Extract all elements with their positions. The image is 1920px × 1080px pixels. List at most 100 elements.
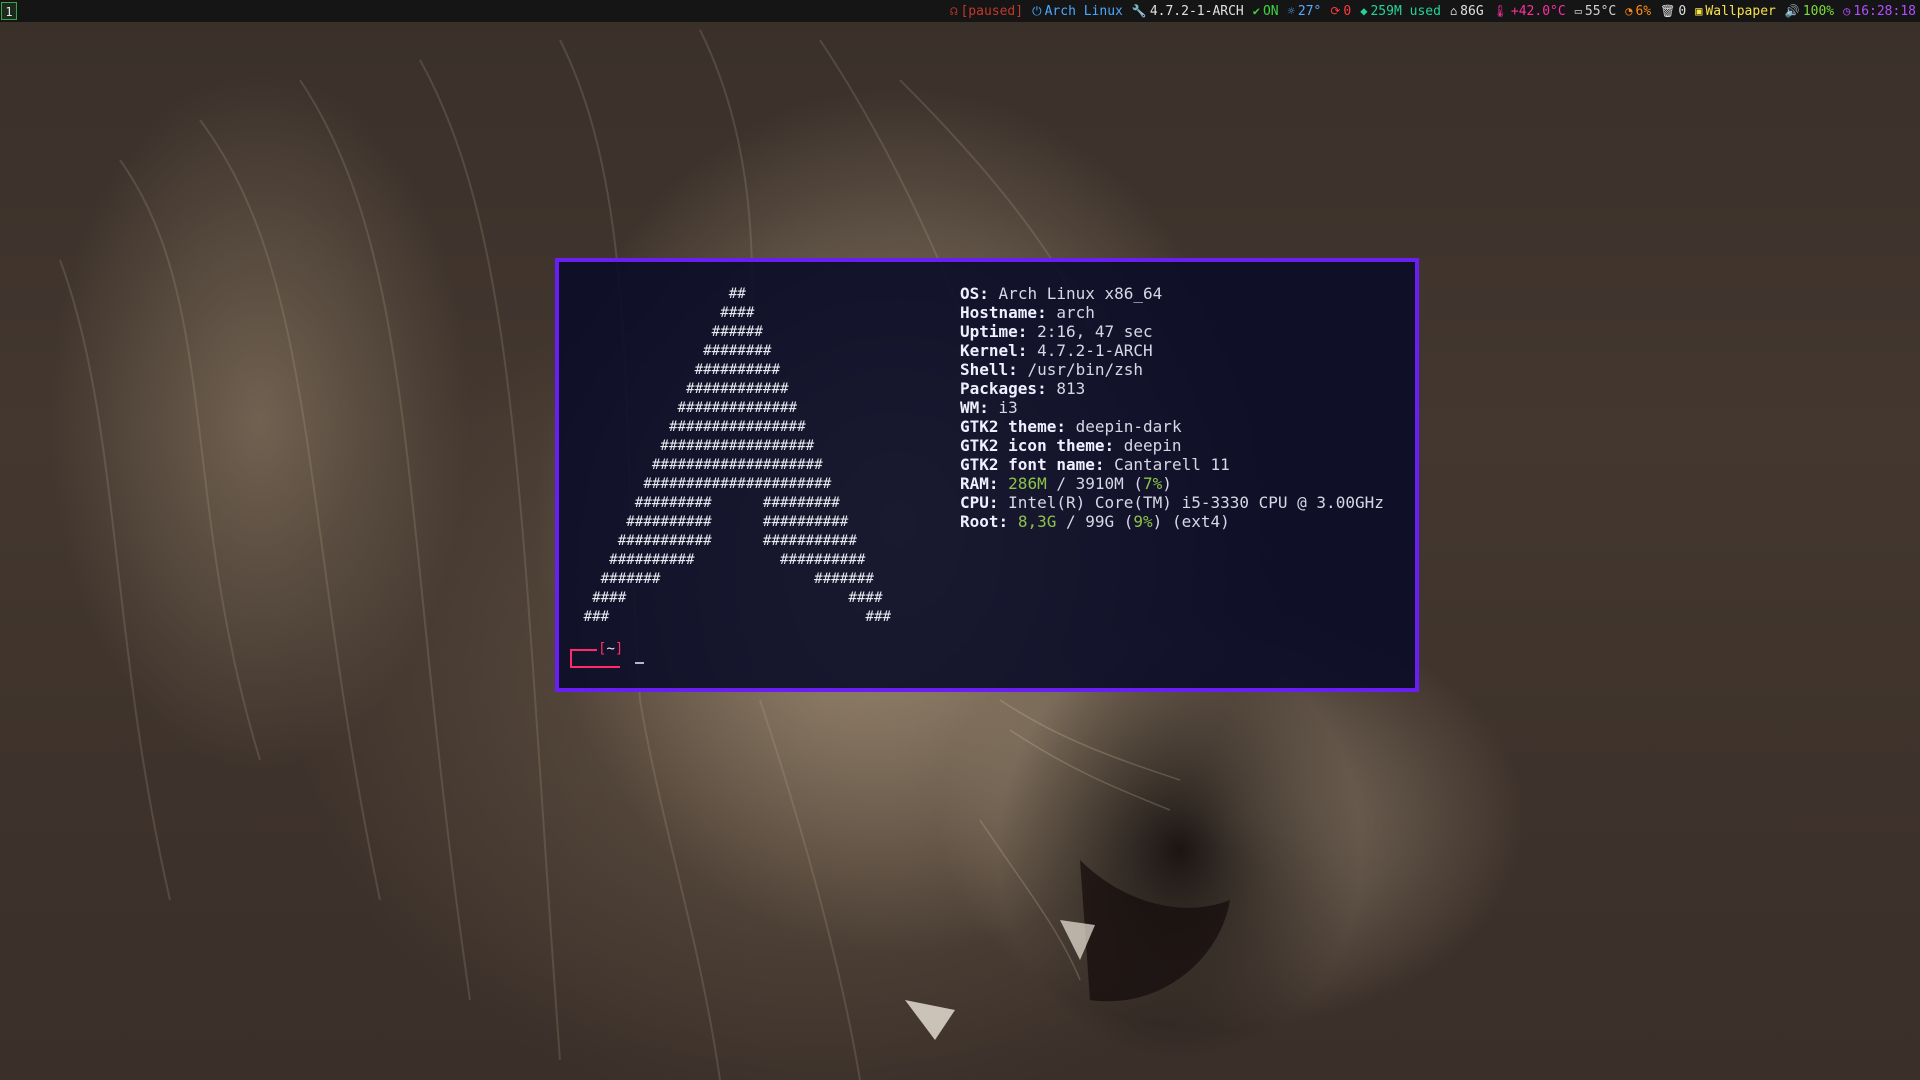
wrench-icon: 🔧	[1131, 4, 1147, 18]
status-block-text: +42.0°C	[1510, 3, 1566, 19]
info-row: Packages: 813	[960, 379, 1384, 398]
info-key: GTK2 theme:	[960, 417, 1066, 436]
text-cursor	[635, 662, 644, 664]
gauge-icon: ◔	[1625, 4, 1633, 18]
home-icon: ⌂	[1449, 4, 1458, 18]
info-row: Hostname: arch	[960, 303, 1384, 322]
sun-icon: ☼	[1287, 4, 1295, 18]
info-value: 2:16, 47 sec	[1037, 322, 1153, 341]
info-value: 4.7.2-1-ARCH	[1037, 341, 1153, 360]
info-key: OS:	[960, 284, 989, 303]
info-value-part: / 99G (	[1056, 512, 1134, 531]
status-block-text: 259M used	[1370, 3, 1441, 19]
status-block-gauge[interactable]: ◔ 6%	[1625, 4, 1651, 19]
status-block-refresh[interactable]: ⟳ 0	[1330, 4, 1351, 19]
desktop-wallpaper: 1 ☊ [paused] ⏻ Arch Linux 🔧 4.7.2-1-ARCH ✔ ON ☼ 2…	[0, 0, 1920, 1080]
info-key: Packages:	[960, 379, 1047, 398]
info-row: Uptime: 2:16, 47 sec	[960, 322, 1384, 341]
arch-logo-icon: ⏻	[1032, 3, 1042, 18]
info-key: GTK2 font name:	[960, 455, 1105, 474]
status-block-image[interactable]: ▣ Wallpaper	[1695, 4, 1776, 19]
prompt-directory: [~]	[598, 641, 624, 657]
info-value-part: 8,3G	[1017, 512, 1057, 531]
network-check-icon: ✔	[1252, 4, 1260, 18]
shell-prompt[interactable]: [~]	[565, 641, 685, 680]
info-value-part: )	[1162, 474, 1172, 493]
info-key: GTK2 icon theme:	[960, 436, 1115, 455]
status-block-text: 100%	[1802, 3, 1835, 19]
info-row: GTK2 theme: deepin-dark	[960, 417, 1384, 436]
info-value-part: 7%	[1143, 474, 1163, 493]
refresh-icon: ⟳	[1330, 4, 1341, 18]
status-bar: 1 ☊ [paused] ⏻ Arch Linux 🔧 4.7.2-1-ARCH ✔ ON ☼ 2…	[0, 0, 1920, 22]
info-row: Kernel: 4.7.2-1-ARCH	[960, 341, 1384, 360]
info-key: Hostname:	[960, 303, 1047, 322]
trash-icon: 🗑	[1660, 4, 1676, 18]
info-value-part: / 3910M (	[1046, 474, 1144, 493]
arch-ascii-logo: ## #### ###### ######## ########## #####…	[583, 286, 892, 625]
status-block-monitor[interactable]: ▭ 55°C	[1575, 4, 1617, 19]
workspace-button[interactable]: 1	[1, 2, 17, 20]
status-block-sun[interactable]: ☼ 27°	[1288, 4, 1322, 19]
info-key: RAM:	[960, 474, 999, 493]
status-block-home[interactable]: ⌂ 86G	[1450, 4, 1484, 19]
info-key: CPU:	[960, 493, 999, 512]
status-block-text: 86G	[1460, 3, 1484, 19]
info-value-part: 286M	[1008, 474, 1047, 493]
clock-icon: ◷	[1843, 4, 1851, 18]
thermometer-icon: 🌡	[1492, 4, 1508, 18]
status-block-text: 16:28:18	[1853, 3, 1916, 19]
info-value: deepin	[1123, 436, 1182, 455]
info-row: OS: Arch Linux x86_64	[960, 284, 1384, 303]
status-block-text: 27°	[1297, 3, 1322, 19]
status-block-arch-logo[interactable]: ⏻ Arch Linux	[1032, 4, 1123, 19]
info-value: /usr/bin/zsh	[1027, 360, 1144, 379]
terminal-window[interactable]: ## #### ###### ######## ########## #####…	[555, 258, 1419, 692]
info-row: Shell: /usr/bin/zsh	[960, 360, 1384, 379]
system-info: OS: Arch Linux x86_64 Hostname: arch Uptim…	[960, 284, 1384, 531]
status-block-text: Arch Linux	[1044, 3, 1123, 19]
status-block-wrench[interactable]: 🔧 4.7.2-1-ARCH	[1132, 4, 1244, 19]
info-value: arch	[1056, 303, 1095, 322]
info-key: Uptime:	[960, 322, 1028, 341]
info-value: 813	[1056, 379, 1086, 398]
info-value-part: 9%	[1133, 512, 1153, 531]
status-block-text: Wallpaper	[1705, 3, 1776, 19]
status-block-trash[interactable]: 🗑 0	[1660, 4, 1686, 19]
info-key: Root:	[960, 512, 1009, 531]
status-block-network-check[interactable]: ✔ ON	[1253, 4, 1279, 19]
info-key: WM:	[960, 398, 989, 417]
status-block-text: [paused]	[960, 3, 1024, 19]
info-key: Kernel:	[960, 341, 1028, 360]
status-block-text: 55°C	[1584, 3, 1617, 19]
status-block-headphones[interactable]: ☊ [paused]	[950, 4, 1023, 19]
status-block-volume[interactable]: 🔊 100%	[1785, 4, 1834, 19]
image-icon: ▣	[1695, 4, 1703, 18]
status-block-text: ON	[1262, 3, 1279, 19]
info-value: deepin-dark	[1075, 417, 1182, 436]
info-row: Root: 8,3G / 99G (9%) (ext4)	[960, 512, 1384, 531]
status-block-thermometer[interactable]: 🌡 +42.0°C	[1493, 4, 1566, 19]
memory-icon: ◆	[1360, 4, 1368, 18]
status-block-text: 6%	[1635, 3, 1652, 19]
info-row: RAM: 286M / 3910M (7%)	[960, 474, 1384, 493]
info-row: CPU: Intel(R) Core(TM) i5-3330 CPU @ 3.0…	[960, 493, 1384, 512]
info-key: Shell:	[960, 360, 1018, 379]
info-row: WM: i3	[960, 398, 1384, 417]
info-value: Arch Linux x86_64	[998, 284, 1163, 303]
info-row: GTK2 icon theme: deepin	[960, 436, 1384, 455]
monitor-icon: ▭	[1574, 4, 1582, 18]
info-value: Cantarell 11	[1114, 455, 1230, 474]
status-block-memory[interactable]: ◆ 259M used	[1360, 4, 1441, 19]
status-block-text: 0	[1678, 3, 1687, 19]
info-value: Intel(R) Core(TM) i5-3330 CPU @ 3.00GHz	[1008, 493, 1384, 512]
status-block-text: 4.7.2-1-ARCH	[1149, 3, 1244, 19]
info-value-part: ) (ext4)	[1152, 512, 1230, 531]
volume-icon: 🔊	[1784, 4, 1800, 18]
status-blocks: ☊ [paused] ⏻ Arch Linux 🔧 4.7.2-1-ARCH ✔ ON ☼ 27°…	[941, 4, 1920, 19]
info-row: GTK2 font name: Cantarell 11	[960, 455, 1384, 474]
status-block-text: 0	[1343, 3, 1352, 19]
status-block-clock[interactable]: ◷ 16:28:18	[1843, 4, 1916, 19]
headphones-icon: ☊	[950, 4, 958, 18]
info-value: i3	[998, 398, 1018, 417]
